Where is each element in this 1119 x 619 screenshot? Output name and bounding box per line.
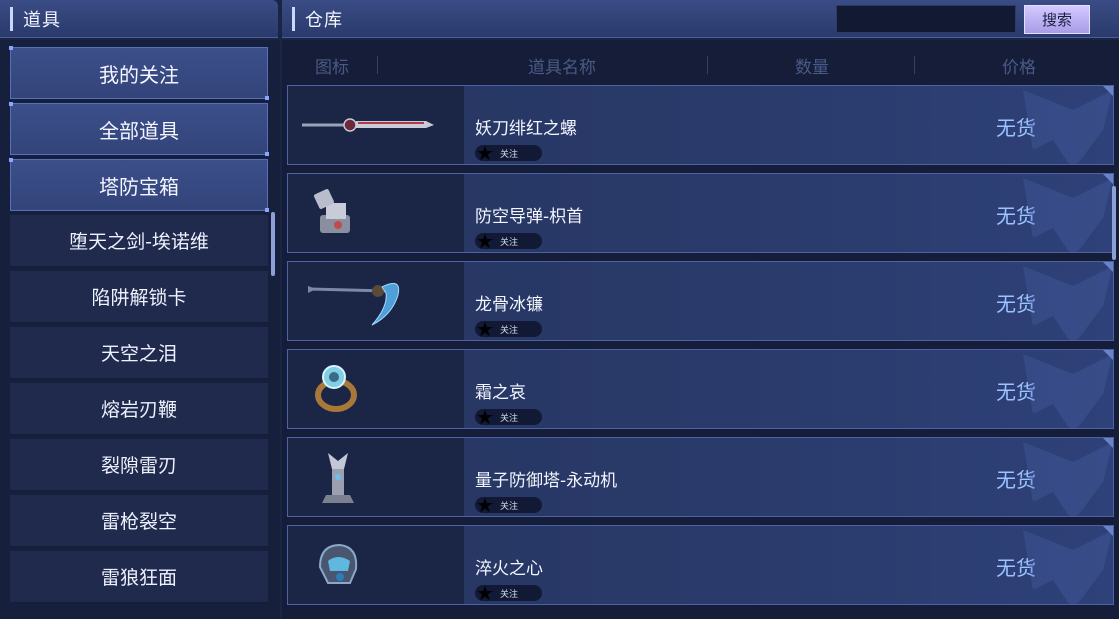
warehouse-table: 图标 道具名称 数量 价格 妖刀绯红之螺 ★ 关注 无货 防空导弹-枳首 ★ 关… bbox=[282, 40, 1119, 619]
column-divider bbox=[914, 56, 915, 74]
star-icon: ★ bbox=[476, 317, 494, 341]
search-button[interactable]: 搜索 bbox=[1024, 5, 1090, 34]
sword-icon bbox=[302, 118, 434, 132]
column-header-price: 价格 bbox=[1002, 57, 1036, 78]
scythe-icon bbox=[308, 282, 400, 326]
row-corner-accent bbox=[1103, 350, 1113, 360]
item-icon-cell bbox=[288, 438, 464, 516]
item-icon-cell bbox=[288, 86, 464, 164]
follow-label: 关注 bbox=[500, 149, 519, 160]
table-row[interactable]: 防空导弹-枳首 ★ 关注 无货 bbox=[287, 173, 1114, 253]
items-panel-header: 道具 bbox=[0, 0, 278, 38]
row-corner-accent bbox=[1103, 174, 1113, 184]
tower-icon bbox=[322, 453, 354, 503]
item-name: 防空导弹-枳首 bbox=[475, 207, 584, 227]
category-sidebar: 我的关注 全部道具 塔防宝箱 堕天之剑-埃诺维 陷阱解锁卡 天空之泪 熔岩刃鞭 … bbox=[0, 40, 280, 619]
emblem-watermark-icon bbox=[1023, 442, 1113, 516]
emblem-watermark-icon bbox=[1023, 354, 1113, 428]
follow-button[interactable]: ★ 关注 bbox=[475, 317, 542, 341]
sidebar-scrollbar[interactable] bbox=[271, 212, 275, 276]
follow-label: 关注 bbox=[500, 501, 519, 512]
row-corner-accent bbox=[1103, 86, 1113, 96]
column-header-icon: 图标 bbox=[315, 57, 349, 78]
item-name: 妖刀绯红之螺 bbox=[475, 119, 577, 139]
item-icon-cell bbox=[288, 262, 464, 340]
header-accent-bar bbox=[10, 6, 13, 31]
star-icon: ★ bbox=[476, 229, 494, 253]
items-panel-title: 道具 bbox=[23, 9, 61, 31]
column-divider bbox=[707, 56, 708, 74]
warehouse-panel-header: 仓库 搜索 bbox=[282, 0, 1119, 38]
item-name: 量子防御塔-永动机 bbox=[475, 471, 618, 491]
follow-button[interactable]: ★ 关注 bbox=[475, 581, 542, 605]
item-icon-cell bbox=[288, 350, 464, 428]
follow-button[interactable]: ★ 关注 bbox=[475, 493, 542, 517]
table-row[interactable]: 量子防御塔-永动机 ★ 关注 无货 bbox=[287, 437, 1114, 517]
sidebar-item[interactable]: 雷狼狂面 bbox=[10, 551, 268, 603]
header-accent-bar bbox=[292, 6, 295, 31]
category-tower-defense-chest[interactable]: 塔防宝箱 bbox=[9, 158, 269, 212]
follow-button[interactable]: ★ 关注 bbox=[475, 141, 542, 165]
emblem-watermark-icon bbox=[1023, 530, 1113, 604]
search-input[interactable] bbox=[836, 5, 1016, 33]
helmet-icon bbox=[318, 543, 358, 584]
sidebar-item[interactable]: 雷枪裂空 bbox=[10, 495, 268, 547]
follow-label: 关注 bbox=[500, 413, 519, 424]
row-corner-accent bbox=[1103, 438, 1113, 448]
follow-label: 关注 bbox=[500, 237, 519, 248]
emblem-watermark-icon bbox=[1023, 266, 1113, 340]
category-all-items[interactable]: 全部道具 bbox=[9, 102, 269, 156]
emblem-watermark-icon bbox=[1023, 90, 1113, 164]
category-my-follows[interactable]: 我的关注 bbox=[9, 46, 269, 100]
item-name: 龙骨冰镰 bbox=[475, 295, 543, 315]
sidebar-item[interactable]: 天空之泪 bbox=[10, 327, 268, 379]
column-header-name: 道具名称 bbox=[528, 57, 596, 78]
ring-icon bbox=[315, 365, 357, 412]
column-divider bbox=[377, 56, 378, 74]
table-row[interactable]: 妖刀绯红之螺 ★ 关注 无货 bbox=[287, 85, 1114, 165]
star-icon: ★ bbox=[476, 581, 494, 605]
star-icon: ★ bbox=[476, 405, 494, 429]
follow-button[interactable]: ★ 关注 bbox=[475, 229, 542, 253]
follow-button[interactable]: ★ 关注 bbox=[475, 405, 542, 429]
follow-label: 关注 bbox=[500, 589, 519, 600]
item-name: 淬火之心 bbox=[475, 559, 543, 579]
column-header-quantity: 数量 bbox=[795, 57, 829, 78]
sidebar-item[interactable]: 堕天之剑-埃诺维 bbox=[10, 215, 268, 267]
emblem-watermark-icon bbox=[1023, 178, 1113, 252]
row-corner-accent bbox=[1103, 526, 1113, 536]
turret-icon bbox=[314, 189, 350, 233]
sidebar-item[interactable]: 裂隙雷刃 bbox=[10, 439, 268, 491]
table-scrollbar[interactable] bbox=[1112, 186, 1116, 260]
star-icon: ★ bbox=[476, 493, 494, 517]
row-corner-accent bbox=[1103, 262, 1113, 272]
item-icon-cell bbox=[288, 526, 464, 604]
table-row[interactable]: 霜之哀 ★ 关注 无货 bbox=[287, 349, 1114, 429]
sidebar-item[interactable]: 熔岩刃鞭 bbox=[10, 383, 268, 435]
table-row[interactable]: 淬火之心 ★ 关注 无货 bbox=[287, 525, 1114, 605]
star-icon: ★ bbox=[476, 141, 494, 165]
item-name: 霜之哀 bbox=[475, 383, 526, 403]
table-row[interactable]: 龙骨冰镰 ★ 关注 无货 bbox=[287, 261, 1114, 341]
item-icon-cell bbox=[288, 174, 464, 252]
warehouse-panel-title: 仓库 bbox=[305, 9, 343, 31]
follow-label: 关注 bbox=[500, 325, 519, 336]
sidebar-item[interactable]: 陷阱解锁卡 bbox=[10, 271, 268, 323]
